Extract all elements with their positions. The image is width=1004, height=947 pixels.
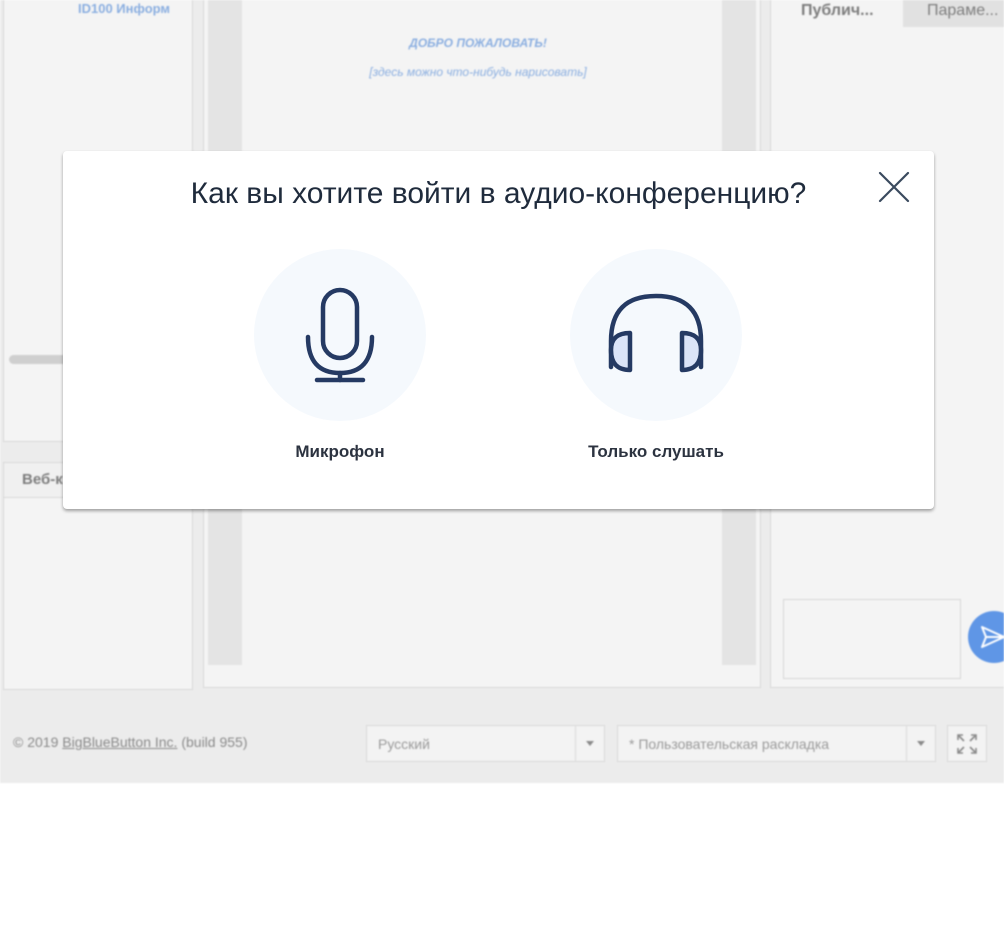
send-icon [981, 626, 1004, 648]
webcam-tab-label: Веб-к [22, 471, 63, 488]
tab-public-chat[interactable]: Публич... [777, 0, 903, 27]
tab-chat-settings-label: Параме... [927, 2, 999, 19]
welcome-subtitle: [здесь можно что-нибудь нарисовать] [369, 65, 587, 79]
chevron-down-icon [906, 726, 935, 761]
tab-public-chat-label: Публич... [801, 2, 874, 19]
chat-message-input[interactable] [783, 599, 961, 679]
fullscreen-icon [957, 734, 977, 754]
footer-copyright: © 2019 BigBlueButton Inc. (build 955) [13, 734, 247, 750]
microphone-option-circle [254, 249, 426, 421]
copyright-prefix: © 2019 [13, 734, 59, 750]
modal-title: Как вы хотите войти в аудио-конференцию? [190, 177, 807, 210]
copyright-link[interactable]: BigBlueButton Inc. [62, 734, 177, 750]
listen-only-option-label: Только слушать [588, 442, 724, 461]
audio-modal: Как вы хотите войти в аудио-конференцию?… [63, 151, 934, 509]
microphone-option-button[interactable]: Микрофон [240, 249, 440, 469]
language-select[interactable]: Русский [366, 725, 605, 762]
users-panel-title: ID100 Информ [78, 1, 171, 16]
microphone-icon [305, 287, 375, 383]
welcome-title: ДОБРО ПОЖАЛОВАТЬ! [409, 36, 547, 50]
microphone-option-label: Микрофон [295, 442, 385, 461]
listen-only-option-button[interactable]: Только слушать [556, 249, 756, 469]
layout-select[interactable]: * Пользовательская раскладка [617, 725, 936, 762]
layout-select-value: * Пользовательская раскладка [629, 736, 830, 752]
tab-chat-settings[interactable]: Параме... [903, 0, 1004, 27]
webcam-tab[interactable]: Веб-к [4, 463, 65, 498]
listen-only-option-circle [570, 249, 742, 421]
language-select-value: Русский [378, 736, 430, 752]
fullscreen-button[interactable] [947, 725, 987, 762]
build-number: (build 955) [181, 734, 248, 750]
headphones-icon [608, 293, 704, 373]
users-scrollbar[interactable] [9, 355, 69, 364]
chevron-down-icon [575, 726, 604, 761]
close-icon [878, 171, 910, 203]
close-modal-button[interactable] [876, 169, 912, 205]
